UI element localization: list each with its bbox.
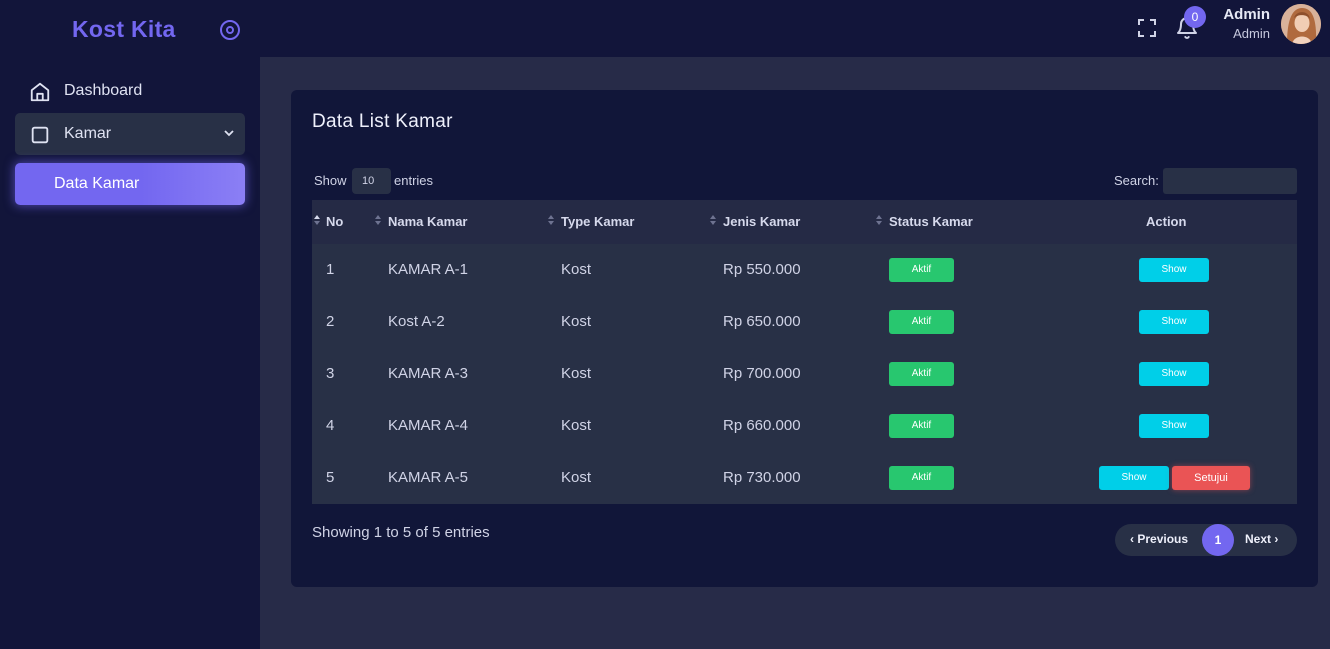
status-badge: Aktif <box>889 362 954 386</box>
status-badge: Aktif <box>889 414 954 438</box>
cell-nama-kamar: KAMAR A-5 <box>388 469 469 486</box>
sidebar-item-dashboard[interactable]: Dashboard <box>15 70 245 112</box>
table-row: 5 KAMAR A-5 Kost Rp 730.000 Aktif Show S… <box>312 452 1297 504</box>
pagination: ‹ Previous 1 Next › <box>1115 524 1297 556</box>
cell-no: 1 <box>326 261 335 278</box>
previous-label: Previous <box>1137 532 1189 546</box>
avatar[interactable] <box>1281 4 1321 44</box>
sidebar-item-data-kamar[interactable]: Data Kamar <box>15 163 245 205</box>
previous-page-button[interactable]: ‹ Previous <box>1130 532 1188 546</box>
cell-no: 3 <box>326 365 335 382</box>
brand-logo[interactable]: Kost Kita <box>72 16 176 43</box>
cell-type-kamar: Kost <box>561 261 592 278</box>
cell-type-kamar: Kost <box>561 469 592 486</box>
cell-type-kamar: Kost <box>561 313 592 330</box>
column-header-status-kamar[interactable]: Status Kamar <box>889 214 973 229</box>
sort-icon[interactable] <box>313 215 321 227</box>
search-input[interactable] <box>1163 168 1297 194</box>
show-button[interactable]: Show <box>1099 466 1169 490</box>
show-button[interactable]: Show <box>1139 310 1209 334</box>
show-button[interactable]: Show <box>1139 414 1209 438</box>
cell-type-kamar: Kost <box>561 417 592 434</box>
avatar-image <box>1281 4 1321 44</box>
cell-jenis-kamar: Rp 730.000 <box>723 469 801 486</box>
cell-jenis-kamar: Rp 650.000 <box>723 313 801 330</box>
table-info: Showing 1 to 5 of 5 entries <box>312 524 490 541</box>
cell-nama-kamar: KAMAR A-3 <box>388 365 469 382</box>
page-title: Data List Kamar <box>312 111 453 132</box>
show-label: Show <box>314 173 347 188</box>
setujui-button[interactable]: Setujui <box>1172 466 1250 490</box>
table-row: 1 KAMAR A-1 Kost Rp 550.000 Aktif Show <box>312 244 1297 296</box>
user-name[interactable]: Admin <box>1223 6 1270 23</box>
cell-nama-kamar: KAMAR A-4 <box>388 417 469 434</box>
column-header-nama-kamar[interactable]: Nama Kamar <box>388 214 468 229</box>
column-header-jenis-kamar[interactable]: Jenis Kamar <box>723 214 800 229</box>
chevron-down-icon <box>224 130 234 137</box>
fullscreen-icon[interactable] <box>1137 18 1157 38</box>
sidebar-item-label: Dashboard <box>64 82 143 99</box>
cell-jenis-kamar: Rp 700.000 <box>723 365 801 382</box>
cell-no: 2 <box>326 313 335 330</box>
table-header: No Nama Kamar Type Kamar Jenis Kamar Sta… <box>312 200 1297 244</box>
data-list-card: Data List Kamar Show 10 entries Search: … <box>291 90 1318 587</box>
user-role: Admin <box>1233 26 1270 41</box>
status-badge: Aktif <box>889 258 954 282</box>
sort-icon[interactable] <box>374 215 382 227</box>
cell-no: 4 <box>326 417 335 434</box>
next-label: Next <box>1245 532 1272 546</box>
sidebar: Dashboard Kamar Data Kamar <box>0 57 260 649</box>
search-label: Search: <box>1114 173 1159 188</box>
sort-icon[interactable] <box>547 215 555 227</box>
entries-label: entries <box>394 173 434 188</box>
cell-no: 5 <box>326 469 335 486</box>
page-length-select[interactable]: 10 <box>352 168 391 194</box>
table-row: 3 KAMAR A-3 Kost Rp 700.000 Aktif Show <box>312 348 1297 400</box>
notification-badge: 0 <box>1184 6 1206 28</box>
next-page-button[interactable]: Next › <box>1245 532 1278 546</box>
status-badge: Aktif <box>889 310 954 334</box>
status-badge: Aktif <box>889 466 954 490</box>
cell-nama-kamar: KAMAR A-1 <box>388 261 469 278</box>
table-row: 2 Kost A-2 Kost Rp 650.000 Aktif Show <box>312 296 1297 348</box>
cell-jenis-kamar: Rp 550.000 <box>723 261 801 278</box>
sidebar-item-label: Kamar <box>64 125 112 142</box>
sidebar-toggle-icon[interactable] <box>220 20 240 40</box>
square-icon <box>31 126 49 144</box>
column-header-action: Action <box>1146 214 1187 229</box>
show-button[interactable]: Show <box>1139 362 1209 386</box>
cell-type-kamar: Kost <box>561 365 592 382</box>
kamar-table: No Nama Kamar Type Kamar Jenis Kamar Sta… <box>312 200 1297 504</box>
column-header-type-kamar[interactable]: Type Kamar <box>561 214 634 229</box>
table-row: 4 KAMAR A-4 Kost Rp 660.000 Aktif Show <box>312 400 1297 452</box>
cell-jenis-kamar: Rp 660.000 <box>723 417 801 434</box>
sidebar-item-kamar[interactable]: Kamar <box>15 113 245 155</box>
sidebar-item-label: Data Kamar <box>54 175 140 192</box>
top-navbar: Kost Kita 0 Admin Admin <box>0 0 1330 57</box>
page-1-button[interactable]: 1 <box>1202 524 1234 556</box>
column-header-no[interactable]: No <box>326 214 343 229</box>
cell-nama-kamar: Kost A-2 <box>388 313 445 330</box>
show-button[interactable]: Show <box>1139 258 1209 282</box>
home-icon <box>30 82 50 102</box>
sort-icon[interactable] <box>709 215 717 227</box>
sort-icon[interactable] <box>875 215 883 227</box>
